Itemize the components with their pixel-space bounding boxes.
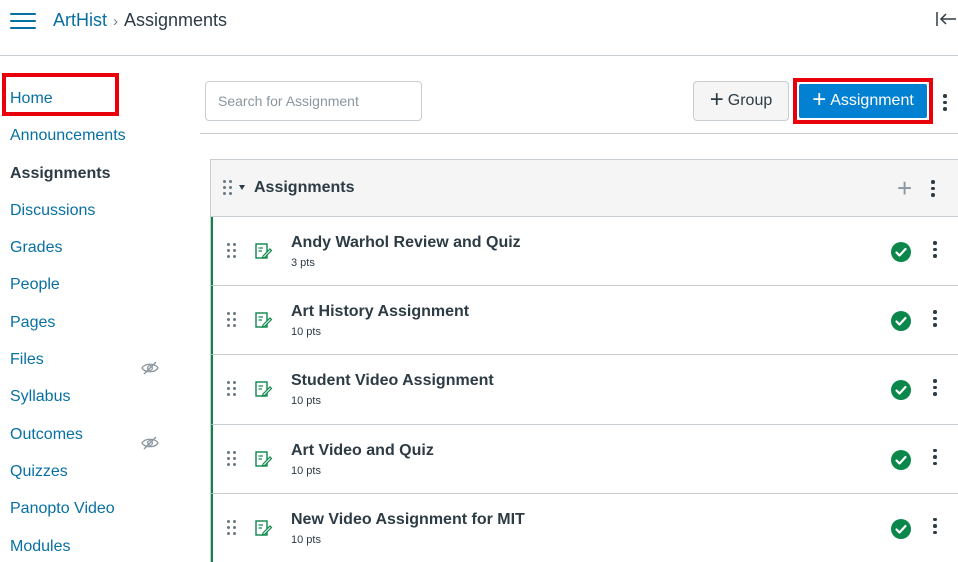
sidebar-item-assignments[interactable]: Assignments <box>0 155 190 192</box>
group-options-kebab-icon[interactable] <box>929 180 937 197</box>
drag-handle-icon[interactable] <box>227 450 236 466</box>
sidebar-item-label: Modules <box>10 537 71 555</box>
published-check-icon[interactable] <box>891 311 911 332</box>
assignment-row[interactable]: New Video Assignment for MIT 10 pts <box>211 493 958 562</box>
assignment-title[interactable]: Student Video Assignment <box>291 372 494 390</box>
sidebar-item-outcomes[interactable]: Outcomes <box>0 416 190 453</box>
assignment-points: 3 pts <box>291 257 315 269</box>
collapse-panel-icon[interactable] <box>934 8 958 30</box>
assignment-icon <box>253 449 273 469</box>
breadcrumb-course-link[interactable]: ArtHist <box>53 10 107 30</box>
sidebar-item-pages[interactable]: Pages <box>0 304 190 341</box>
sidebar-item-label: Pages <box>10 313 56 331</box>
drag-handle-icon[interactable] <box>223 180 232 195</box>
add-assignment-button[interactable]: + Assignment <box>799 84 927 118</box>
course-navigation: Home Announcements Assignments Discussions G… <box>0 80 190 562</box>
top-bar: ArtHist › Assignments <box>0 0 958 56</box>
sidebar-item-syllabus[interactable]: Syllabus <box>0 378 190 415</box>
assignment-options-kebab-icon[interactable] <box>931 241 939 258</box>
assignment-points: 10 pts <box>291 326 321 339</box>
assignment-row[interactable]: Andy Warhol Review and Quiz 3 pts <box>211 217 958 287</box>
search-input[interactable] <box>205 81 422 121</box>
assignment-points: 10 pts <box>291 395 321 408</box>
sidebar-item-people[interactable]: People <box>0 266 190 303</box>
sidebar-item-modules[interactable]: Modules <box>0 528 190 562</box>
plus-icon: + <box>812 86 827 113</box>
drag-handle-icon[interactable] <box>227 312 236 328</box>
page-options-kebab-icon[interactable] <box>941 88 957 116</box>
sidebar-item-discussions[interactable]: Discussions <box>0 192 190 229</box>
drag-handle-icon[interactable] <box>227 519 236 535</box>
assignment-points: 10 pts <box>291 533 321 546</box>
add-assignment-label: Assignment <box>830 92 914 109</box>
assignment-icon <box>253 310 273 330</box>
assignment-row[interactable]: Art Video and Quiz 10 pts <box>211 424 958 494</box>
published-check-icon[interactable] <box>891 518 911 539</box>
sidebar-item-label: Files <box>10 351 44 369</box>
sidebar-item-label: Syllabus <box>10 388 71 406</box>
hidden-from-students-eye-icon <box>141 427 159 450</box>
plus-icon: + <box>709 86 724 113</box>
sidebar-item-files[interactable]: Files <box>0 341 190 378</box>
assignment-options-kebab-icon[interactable] <box>931 517 939 535</box>
assignment-icon <box>253 241 273 261</box>
sidebar-item-announcements[interactable]: Announcements <box>0 117 190 154</box>
sidebar-item-label: Announcements <box>10 127 126 145</box>
assignment-group: Assignments + Andy Warhol Review and Qui… <box>210 159 958 562</box>
sidebar-item-label: Outcomes <box>10 425 83 443</box>
hamburger-menu-icon[interactable] <box>10 10 36 30</box>
add-to-group-plus-icon[interactable]: + <box>897 175 912 201</box>
toolbar-divider <box>200 133 958 134</box>
breadcrumb-separator: › <box>113 13 118 30</box>
sidebar-item-label: Assignments <box>10 164 111 182</box>
sidebar-item-label: People <box>10 276 60 294</box>
assignment-points: 10 pts <box>291 464 321 477</box>
assignment-options-kebab-icon[interactable] <box>931 310 939 327</box>
sidebar-item-label: Grades <box>10 239 63 257</box>
breadcrumb-current: Assignments <box>124 10 228 30</box>
assignment-group-header: Assignments + <box>211 160 958 217</box>
add-group-label: Group <box>727 92 773 109</box>
breadcrumb: ArtHist › Assignments <box>53 9 227 33</box>
collapse-caret-icon[interactable] <box>239 185 245 190</box>
sidebar-item-panopto-video[interactable]: Panopto Video <box>0 490 190 527</box>
highlight-box-assignments-nav <box>2 73 119 116</box>
sidebar-item-quizzes[interactable]: Quizzes <box>0 453 190 490</box>
published-check-icon[interactable] <box>891 449 911 470</box>
assignment-row[interactable]: Art History Assignment 10 pts <box>211 286 958 356</box>
assignment-options-kebab-icon[interactable] <box>931 379 939 396</box>
assignment-list: Andy Warhol Review and Quiz 3 pts Art Hist… <box>211 217 958 562</box>
sidebar-item-label: Panopto Video <box>10 500 115 518</box>
assignment-options-kebab-icon[interactable] <box>931 448 939 466</box>
assignment-icon <box>253 379 273 399</box>
assignment-row[interactable]: Student Video Assignment 10 pts <box>211 355 958 425</box>
sidebar-item-label: Discussions <box>10 201 96 219</box>
drag-handle-icon[interactable] <box>227 381 236 397</box>
assignment-title[interactable]: Art Video and Quiz <box>291 442 434 460</box>
sidebar-item-label: Quizzes <box>10 462 68 480</box>
hidden-from-students-eye-icon <box>141 352 159 375</box>
assignment-group-title: Assignments <box>254 179 355 196</box>
published-check-icon[interactable] <box>891 242 911 262</box>
drag-handle-icon[interactable] <box>227 243 236 258</box>
sidebar-item-grades[interactable]: Grades <box>0 229 190 266</box>
assignment-title[interactable]: Art History Assignment <box>291 303 469 321</box>
assignment-title[interactable]: New Video Assignment for MIT <box>291 511 525 529</box>
published-check-icon[interactable] <box>891 380 911 401</box>
assignment-title[interactable]: Andy Warhol Review and Quiz <box>291 234 521 252</box>
add-group-button[interactable]: + Group <box>693 81 789 121</box>
assignment-icon <box>253 518 273 538</box>
